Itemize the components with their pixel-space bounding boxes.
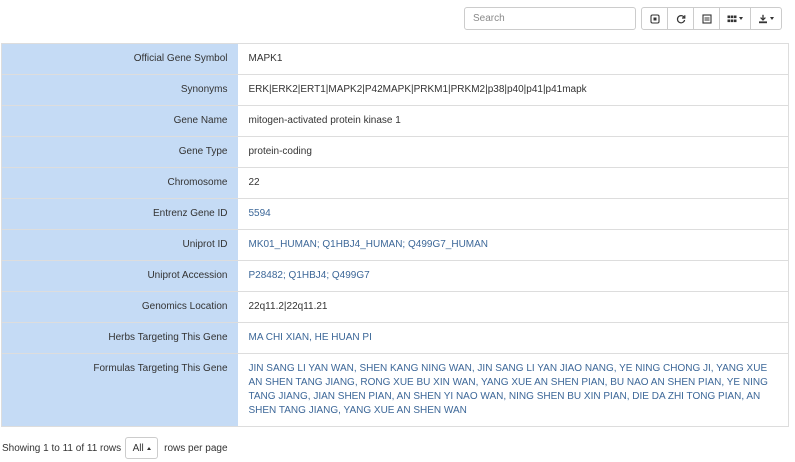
- table-row: Uniprot ID MK01_HUMAN; Q1HBJ4_HUMAN; Q499…: [1, 229, 789, 261]
- row-label: Chromosome: [1, 167, 238, 199]
- rows-per-page-label: rows per page: [164, 442, 228, 454]
- columns-icon: [727, 14, 737, 24]
- table-row: Herbs Targeting This Gene MA CHI XIAN, HE…: [1, 322, 789, 354]
- toggle-pagination-icon: [649, 13, 660, 24]
- row-label: Gene Name: [1, 105, 238, 137]
- refresh-icon: [676, 14, 686, 24]
- row-value: 22: [237, 167, 789, 199]
- toggle-pagination-button[interactable]: [641, 7, 668, 30]
- pagination-info: Showing 1 to 11 of 11 rows: [2, 442, 122, 454]
- table-row: Gene Name mitogen-activated protein kinas…: [1, 105, 789, 137]
- chevron-up-icon: [146, 446, 151, 450]
- export-icon: [758, 14, 768, 24]
- page-size-dropdown-button[interactable]: All: [125, 437, 159, 459]
- row-label: Uniprot Accession: [1, 260, 238, 292]
- table-row: Genomics Location 22q11.2|22q11.21: [1, 291, 789, 323]
- toggle-view-button[interactable]: [693, 7, 720, 30]
- chevron-down-icon: [770, 17, 774, 20]
- row-label: Herbs Targeting This Gene: [1, 322, 238, 354]
- row-value-link[interactable]: MA CHI XIAN, HE HUAN PI: [237, 322, 789, 354]
- row-value: protein-coding: [237, 136, 789, 168]
- table-row: Gene Type protein-coding: [1, 136, 789, 168]
- row-label: Uniprot ID: [1, 229, 238, 261]
- row-label: Formulas Targeting This Gene: [1, 353, 238, 427]
- row-label: Official Gene Symbol: [1, 43, 238, 75]
- row-value: 22q11.2|22q11.21: [237, 291, 789, 323]
- row-label: Entrenz Gene ID: [1, 198, 238, 230]
- page-size-value: All: [132, 442, 144, 454]
- row-value-link[interactable]: JIN SANG LI YAN WAN, SHEN KANG NING WAN,…: [237, 353, 789, 427]
- search-input[interactable]: [464, 7, 636, 30]
- table-toolbar: [464, 7, 782, 30]
- row-label: Synonyms: [1, 74, 238, 106]
- columns-dropdown-button[interactable]: [719, 7, 751, 30]
- chevron-down-icon: [739, 17, 743, 20]
- gene-detail-table: Official Gene Symbol MAPK1 Synonyms ERK|ERK…: [1, 43, 789, 427]
- pagination-bar: Showing 1 to 11 of 11 rows All rows per …: [2, 437, 228, 459]
- table-row: Formulas Targeting This Gene JIN SANG LI …: [1, 353, 789, 427]
- toggle-view-icon: [701, 13, 712, 24]
- row-label: Gene Type: [1, 136, 238, 168]
- row-label: Genomics Location: [1, 291, 238, 323]
- table-row: Chromosome 22: [1, 167, 789, 199]
- table-row: Entrenz Gene ID 5594: [1, 198, 789, 230]
- gene-detail-table-body: Official Gene Symbol MAPK1 Synonyms ERK|ERK…: [1, 43, 789, 427]
- row-value: ERK|ERK2|ERT1|MAPK2|P42MAPK|PRKM1|PRKM2|…: [237, 74, 789, 106]
- row-value-link[interactable]: MK01_HUMAN; Q1HBJ4_HUMAN; Q499G7_HUMAN: [237, 229, 789, 261]
- row-value-link[interactable]: P28482; Q1HBJ4; Q499G7: [237, 260, 789, 292]
- table-row: Synonyms ERK|ERK2|ERT1|MAPK2|P42MAPK|PRKM…: [1, 74, 789, 106]
- export-dropdown-button[interactable]: [750, 7, 782, 30]
- row-value-link[interactable]: 5594: [237, 198, 789, 230]
- row-value: mitogen-activated protein kinase 1: [237, 105, 789, 137]
- toolbar-button-group: [641, 7, 782, 30]
- table-row: Official Gene Symbol MAPK1: [1, 43, 789, 75]
- refresh-button[interactable]: [667, 7, 694, 30]
- table-row: Uniprot Accession P28482; Q1HBJ4; Q499G7: [1, 260, 789, 292]
- row-value: MAPK1: [248, 53, 283, 64]
